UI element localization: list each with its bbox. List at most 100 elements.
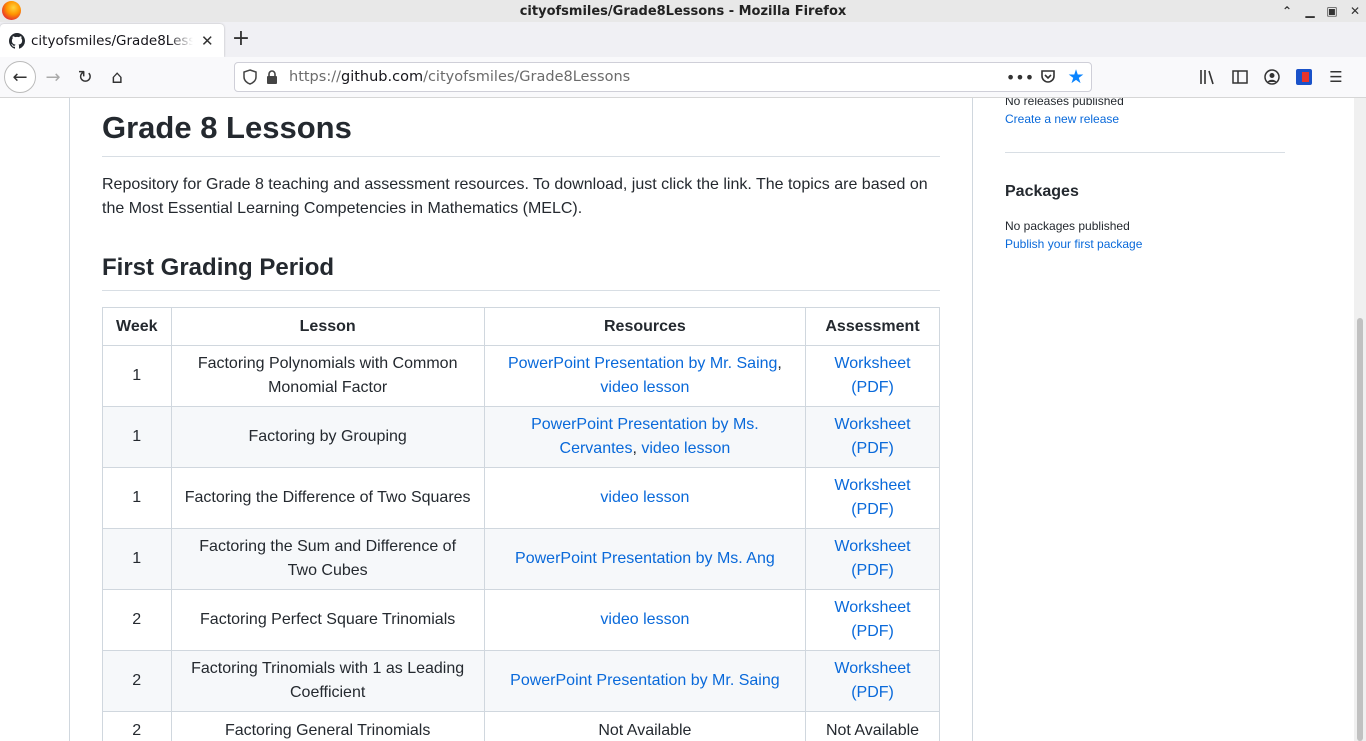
extension-icon[interactable]: [1294, 67, 1314, 87]
lesson-cell: Factoring Polynomials with Common Monomi…: [170, 345, 485, 407]
assessment-cell: Worksheet (PDF): [805, 345, 940, 407]
assessment-cell: Worksheet (PDF): [805, 650, 940, 712]
pocket-icon[interactable]: [1039, 66, 1057, 88]
header-resources: Resources: [483, 307, 807, 346]
lesson-cell: Factoring the Difference of Two Squares: [170, 467, 485, 529]
home-icon[interactable]: ⌂: [102, 62, 132, 92]
url-text[interactable]: https://github.com/cityofsmiles/Grade8Le…: [289, 69, 630, 85]
url-scheme: https://: [289, 69, 341, 85]
reload-icon[interactable]: ↻: [70, 62, 100, 92]
section-heading: First Grading Period: [102, 253, 940, 291]
publish-package-link[interactable]: Publish your first package: [1005, 235, 1285, 253]
table-row: 1 Factoring by Grouping PowerPoint Prese…: [102, 406, 940, 468]
table-row: 1 Factoring Polynomials with Common Mono…: [102, 345, 940, 407]
new-tab-icon[interactable]: +: [230, 28, 252, 51]
table-row: 1 Factoring the Difference of Two Square…: [102, 467, 940, 529]
header-lesson: Lesson: [170, 307, 485, 346]
lesson-cell: Factoring Perfect Square Trinomials: [170, 589, 485, 651]
releases-status: No releases published: [1005, 98, 1124, 108]
tab-close-icon[interactable]: ✕: [201, 32, 214, 50]
packages-heading[interactable]: Packages: [1005, 181, 1285, 203]
powerpoint-link[interactable]: PowerPoint Presentation by Ms. Ang: [515, 550, 775, 567]
minimize-icon[interactable]: ⌃: [1279, 3, 1295, 19]
window-title: cityofsmiles/Grade8Lessons - Mozilla Fir…: [519, 3, 847, 19]
week-cell: 1: [102, 345, 172, 407]
video-lesson-link[interactable]: video lesson: [641, 440, 730, 457]
close-window-icon[interactable]: ✕: [1347, 3, 1363, 19]
library-icon[interactable]: [1198, 67, 1218, 87]
assessment-cell: Not Available: [805, 711, 940, 741]
bookmark-star-icon[interactable]: ★: [1067, 66, 1085, 88]
scrollbar-thumb[interactable]: [1357, 318, 1363, 741]
github-icon: [9, 32, 25, 49]
table-header-row: Week Lesson Resources Assessment: [102, 307, 940, 346]
lesson-cell: Factoring General Trinomials: [170, 711, 485, 741]
readme-description: Repository for Grade 8 teaching and asse…: [102, 176, 928, 217]
assessment-cell: Worksheet (PDF): [805, 467, 940, 529]
worksheet-link[interactable]: Worksheet (PDF): [834, 660, 910, 701]
resources-cell: PowerPoint Presentation by Ms. Ang: [483, 528, 807, 590]
tab-strip: cityofsmiles/Grade8Lessons ✕ +: [0, 22, 1366, 57]
tab-active[interactable]: cityofsmiles/Grade8Lessons ✕: [0, 24, 224, 57]
page-content: Grade 8 Lessons Repository for Grade 8 t…: [0, 98, 1354, 741]
table-row: 2 Factoring General Trinomials Not Avail…: [102, 711, 940, 741]
sidebar-toggle-icon[interactable]: [1230, 67, 1250, 87]
page-scrollbar[interactable]: [1354, 98, 1366, 741]
separator: ,: [777, 355, 782, 372]
account-icon[interactable]: [1262, 67, 1282, 87]
week-cell: 1: [102, 467, 172, 529]
lesson-cell: Factoring Trinomials with 1 as Leading C…: [170, 650, 485, 712]
header-week: Week: [102, 307, 172, 346]
video-lesson-link[interactable]: video lesson: [600, 379, 689, 396]
url-domain: github.com: [340, 69, 424, 85]
week-cell: 2: [102, 589, 172, 651]
powerpoint-link[interactable]: PowerPoint Presentation by Mr. Saing: [508, 355, 777, 372]
assessment-cell: Worksheet (PDF): [805, 406, 940, 468]
week-cell: 2: [102, 650, 172, 712]
table-row: 1 Factoring the Sum and Difference of Tw…: [102, 528, 940, 590]
back-icon[interactable]: ←: [4, 61, 36, 93]
sidebar-divider: [1005, 152, 1285, 153]
assessment-cell: Worksheet (PDF): [805, 589, 940, 651]
resources-cell: Not Available: [483, 711, 807, 741]
window-titlebar: cityofsmiles/Grade8Lessons - Mozilla Fir…: [0, 0, 1366, 22]
forward-icon[interactable]: →: [38, 62, 68, 92]
tracking-protection-shield-icon[interactable]: [243, 69, 257, 85]
navigation-toolbar: ← → ↻ ⌂ https://github.com/cityofsmiles/…: [0, 57, 1366, 98]
url-path: /cityofsmiles/Grade8Lessons: [423, 69, 631, 85]
restore-down-icon[interactable]: ▁: [1302, 3, 1318, 19]
address-bar[interactable]: https://github.com/cityofsmiles/Grade8Le…: [234, 62, 1092, 92]
lesson-cell: Factoring by Grouping: [170, 406, 485, 468]
create-release-link[interactable]: Create a new release: [1005, 110, 1285, 128]
worksheet-link[interactable]: Worksheet (PDF): [834, 416, 910, 457]
resources-cell: video lesson: [483, 589, 807, 651]
tab-label: cityofsmiles/Grade8Lessons: [31, 32, 193, 49]
menu-icon[interactable]: ☰: [1326, 67, 1346, 87]
readme-body: Grade 8 Lessons Repository for Grade 8 t…: [102, 98, 940, 741]
repo-sidebar: No releases published Create a new relea…: [1005, 98, 1285, 253]
video-lesson-link[interactable]: video lesson: [600, 489, 689, 506]
readme-title: Grade 8 Lessons: [102, 108, 940, 157]
week-cell: 2: [102, 711, 172, 741]
lessons-table: Week Lesson Resources Assessment 1 Facto…: [102, 307, 940, 741]
powerpoint-link[interactable]: PowerPoint Presentation by Mr. Saing: [510, 672, 779, 689]
resources-cell: video lesson: [483, 467, 807, 529]
header-assessment: Assessment: [805, 307, 940, 346]
video-lesson-link[interactable]: video lesson: [600, 611, 689, 628]
resources-cell: PowerPoint Presentation by Ms. Cervantes…: [483, 406, 807, 468]
week-cell: 1: [102, 528, 172, 590]
maximize-icon[interactable]: ▣: [1324, 3, 1340, 19]
lock-icon[interactable]: [265, 69, 279, 85]
page-actions-icon[interactable]: •••: [1006, 66, 1034, 88]
firefox-logo-icon: [2, 1, 21, 20]
worksheet-link[interactable]: Worksheet (PDF): [834, 599, 910, 640]
resources-cell: PowerPoint Presentation by Mr. Saing, vi…: [483, 345, 807, 407]
worksheet-link[interactable]: Worksheet (PDF): [834, 477, 910, 518]
worksheet-link[interactable]: Worksheet (PDF): [834, 355, 910, 396]
packages-status: No packages published: [1005, 219, 1130, 233]
separator: ,: [632, 440, 637, 457]
assessment-cell: Worksheet (PDF): [805, 528, 940, 590]
table-row: 2 Factoring Trinomials with 1 as Leading…: [102, 650, 940, 712]
worksheet-link[interactable]: Worksheet (PDF): [834, 538, 910, 579]
lesson-cell: Factoring the Sum and Difference of Two …: [170, 528, 485, 590]
